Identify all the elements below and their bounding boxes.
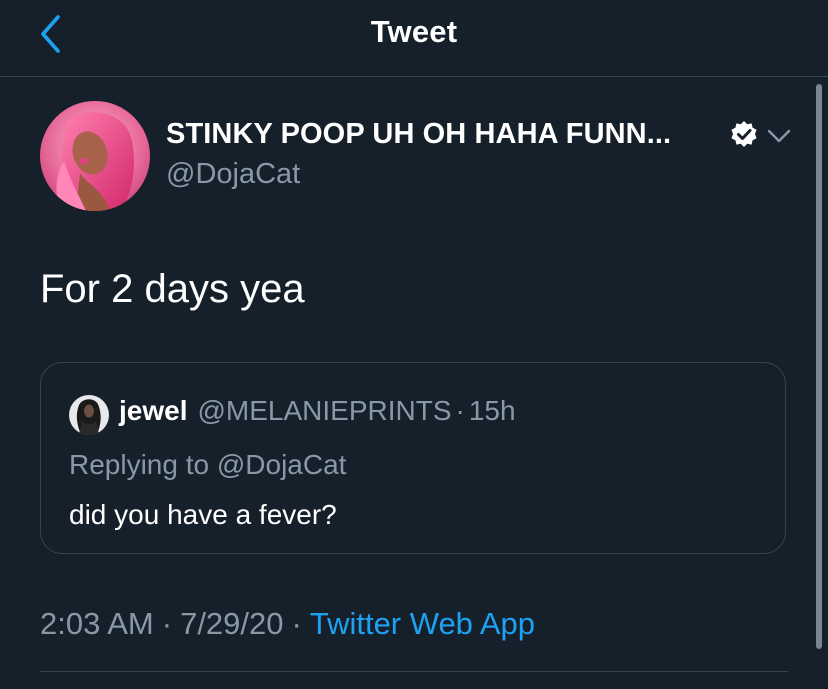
quoted-handle[interactable]: @MELANIEPRINTS <box>197 395 451 427</box>
page-title: Tweet <box>370 14 458 49</box>
quoted-avatar-image <box>69 395 109 435</box>
tweet-source-link[interactable]: Twitter Web App <box>310 606 535 642</box>
quoted-tweet-card[interactable]: jewel @MELANIEPRINTS · 15h Replying to @… <box>40 362 786 554</box>
tweet-text: For 2 days yea <box>40 267 305 311</box>
chevron-down-icon[interactable] <box>764 122 794 150</box>
tweet-detail-screen: Tweet STINKY POOP UH OH HAHA FUNN... @Do… <box>0 0 828 689</box>
verified-badge-icon <box>731 121 757 147</box>
quoted-separator: · <box>455 395 465 426</box>
avatar-image <box>40 101 150 211</box>
display-name[interactable]: STINKY POOP UH OH HAHA FUNN... <box>166 118 671 151</box>
quoted-name[interactable]: jewel <box>119 395 187 427</box>
meta-separator: · <box>161 606 173 641</box>
replying-to: Replying to @DojaCat <box>69 449 347 480</box>
meta-separator: · <box>291 606 302 641</box>
top-bar: Tweet <box>0 0 828 77</box>
quoted-text: did you have a fever? <box>69 499 337 530</box>
author-handle[interactable]: @DojaCat <box>166 158 300 191</box>
quoted-timestamp: 15h <box>468 395 516 426</box>
quoted-header: jewel @MELANIEPRINTS · 15h <box>119 395 516 427</box>
tweet-meta: 2:03 AM · 7/29/20 · Twitter Web App <box>40 606 535 642</box>
divider <box>40 671 788 672</box>
quoted-avatar[interactable] <box>69 395 109 435</box>
tweet-date: 7/29/20 <box>180 606 284 641</box>
scrollbar[interactable] <box>816 84 822 649</box>
tweet-time: 2:03 AM <box>40 606 154 641</box>
avatar[interactable] <box>40 101 150 211</box>
